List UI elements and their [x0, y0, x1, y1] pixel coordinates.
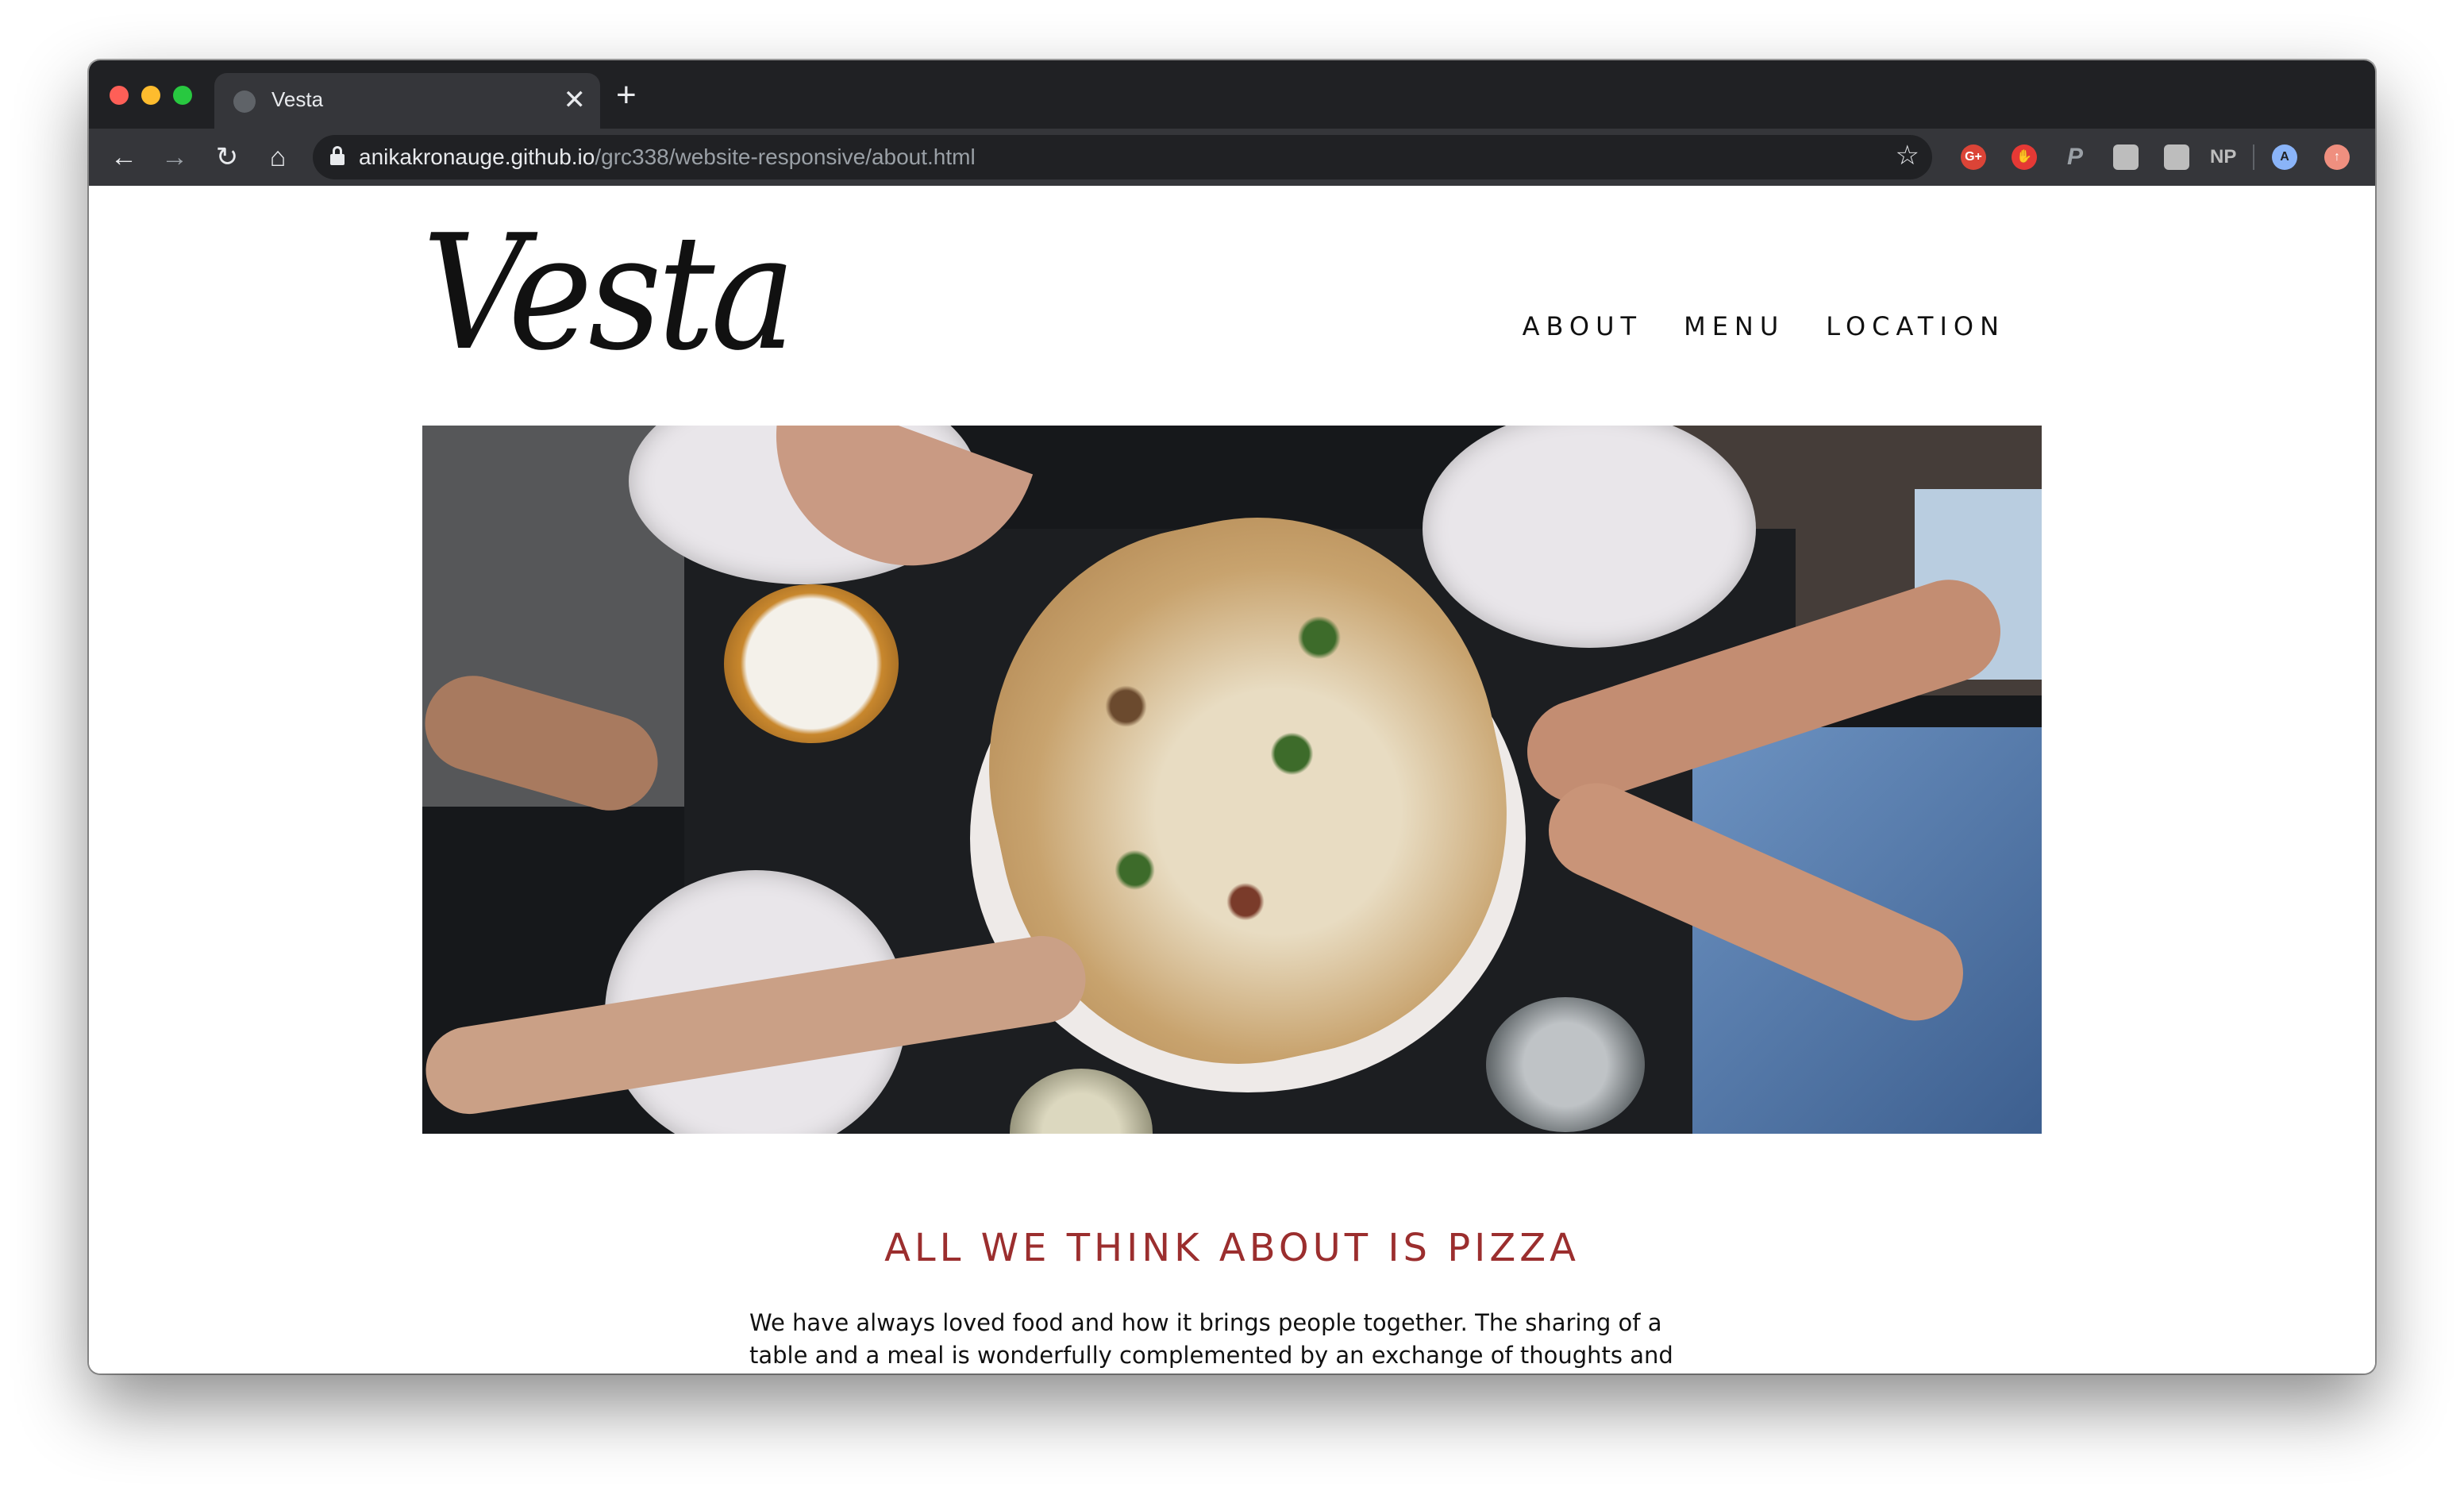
- toolbar-divider: [2253, 144, 2254, 170]
- profile-avatar[interactable]: A: [2272, 144, 2297, 170]
- update-icon[interactable]: ↑: [2324, 144, 2350, 170]
- url-text[interactable]: anikakronauge.github.io/grc338/website-r…: [359, 144, 976, 170]
- browser-window: Vesta ✕ + ← → ↻ ⌂ anikakronauge.github.i…: [89, 60, 2375, 1373]
- globe-icon: [233, 91, 256, 113]
- google-plus-extension-icon[interactable]: G+: [1961, 144, 1986, 170]
- url-host: anikakronauge.github.io: [359, 144, 595, 169]
- site-logo[interactable]: Vesta: [422, 206, 795, 381]
- star-icon[interactable]: ☆: [1896, 140, 1919, 171]
- reload-icon[interactable]: ↻: [210, 140, 244, 175]
- hero-image: [422, 426, 2042, 1134]
- url-path: /grc338/website-responsive/about.html: [595, 144, 976, 169]
- tab-title: Vesta: [271, 87, 324, 111]
- close-window-button[interactable]: [110, 86, 129, 105]
- p-extension-icon[interactable]: P: [2062, 144, 2088, 170]
- new-tab-button[interactable]: +: [616, 78, 637, 113]
- maximize-window-button[interactable]: [173, 86, 192, 105]
- lock-icon[interactable]: [330, 146, 345, 167]
- minimize-window-button[interactable]: [141, 86, 160, 105]
- about-paragraph: We have always loved food and how it bri…: [749, 1309, 1673, 1369]
- tab-strip: Vesta ✕ +: [89, 60, 2375, 129]
- grid-extension-icon[interactable]: [2164, 144, 2189, 170]
- np-extension-icon[interactable]: NP: [2210, 144, 2236, 170]
- nav-about[interactable]: ABOUT: [1523, 311, 1642, 341]
- address-bar[interactable]: anikakronauge.github.io/grc338/website-r…: [313, 135, 1932, 179]
- nav-location[interactable]: LOCATION: [1826, 311, 2005, 341]
- web-page: Vesta ABOUT MENU LOCATION ALL WE THINK A…: [89, 186, 2375, 1373]
- browser-toolbar: ← → ↻ ⌂ anikakronauge.github.io/grc338/w…: [89, 129, 2375, 186]
- section-heading: ALL WE THINK ABOUT IS PIZZA: [884, 1226, 1580, 1270]
- back-arrow-icon[interactable]: ←: [106, 140, 141, 175]
- hand-extension-icon[interactable]: ✋: [2012, 144, 2037, 170]
- nav-menu[interactable]: MENU: [1684, 311, 1784, 341]
- close-tab-icon[interactable]: ✕: [564, 84, 587, 116]
- tab-vesta[interactable]: Vesta ✕: [214, 73, 600, 129]
- forward-arrow-icon[interactable]: →: [157, 140, 192, 175]
- home-icon[interactable]: ⌂: [260, 140, 295, 175]
- main-nav: ABOUT MENU LOCATION: [1523, 311, 2005, 341]
- puzzle-extension-icon[interactable]: [2113, 144, 2139, 170]
